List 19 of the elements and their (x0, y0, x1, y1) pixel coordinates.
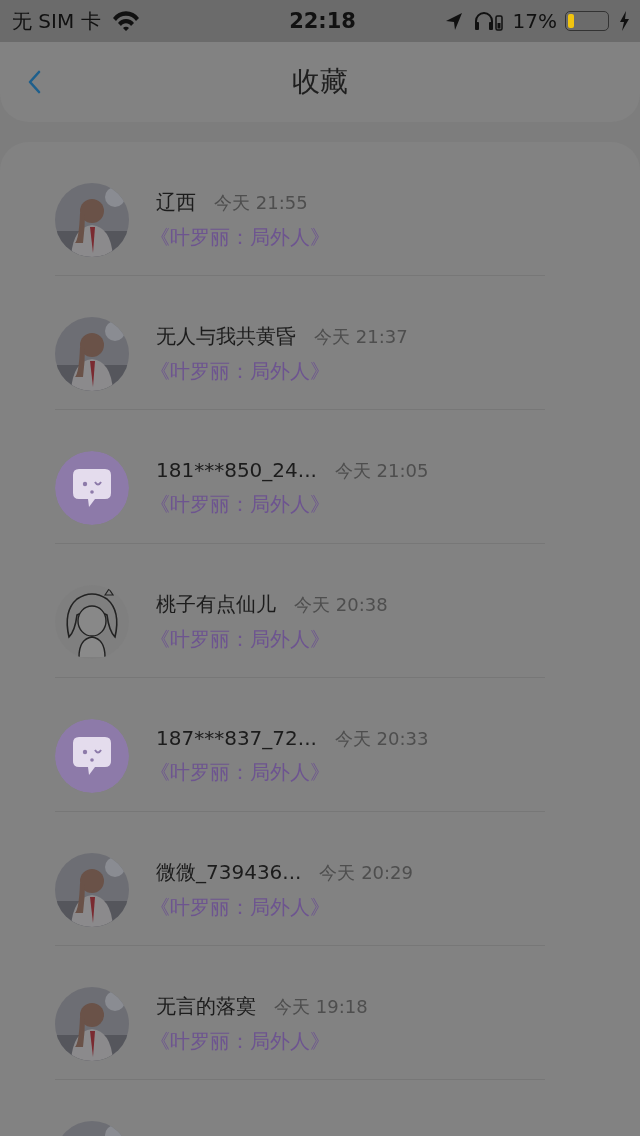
user-name: 桃子有点仙儿 (156, 591, 276, 618)
back-icon (28, 70, 42, 94)
default-avatar-icon (55, 451, 129, 525)
user-name: 无言的落寞 (156, 993, 256, 1020)
user-name: 无人与我共黄昏 (156, 323, 296, 350)
user-name: 辽西 (156, 189, 196, 216)
page-title: 收藏 (292, 64, 348, 100)
user-name: 181***850_24... (156, 458, 317, 482)
wifi-icon (110, 10, 141, 32)
battery-icon (565, 11, 609, 31)
location-icon (444, 11, 463, 31)
headphones-icon (472, 10, 503, 32)
user-name: 微微_739436... (156, 859, 302, 886)
carrier-text: 无 SIM 卡 (12, 7, 101, 35)
clock-text: 22:18 (289, 9, 356, 33)
charging-icon (619, 11, 630, 31)
battery-percent-text: 17% (512, 9, 557, 33)
user-name: 187***837_72... (156, 726, 317, 750)
default-avatar-icon (55, 719, 129, 793)
